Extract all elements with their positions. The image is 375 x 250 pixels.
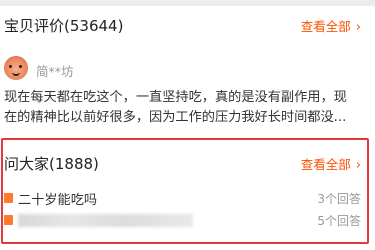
chevron-right-icon: › [355, 158, 361, 173]
reviews-view-all-link[interactable]: 查看全部 › [301, 16, 361, 35]
reviews-view-all-label: 查看全部 [300, 19, 351, 34]
qa-header: 问大家(1888) 查看全部 › [0, 148, 375, 178]
qa-view-all-link[interactable]: 查看全部 › [301, 154, 361, 173]
question-icon [4, 193, 13, 203]
top-divider [0, 0, 375, 6]
answer-count: 5个回答 [317, 214, 361, 228]
reviews-header: 宝贝评价(53644) 查看全部 › [0, 10, 375, 40]
review-content[interactable]: 现在每天都在吃这个，一直坚持吃，真的是没有副作用，现 在的精神比以前好很多，因为… [4, 88, 374, 128]
question-text: 二十岁能吃吗 [18, 193, 98, 208]
avatar-face-icon [4, 56, 28, 80]
review-text-line: 在的精神比以前好很多，因为工作的压力我好长时间都没... [4, 110, 347, 125]
qa-title: 问大家(1888) [4, 155, 99, 173]
review-text-line: 现在每天都在吃这个，一直坚持吃，真的是没有副作用，现 [4, 90, 347, 105]
reviewer-name: 简**坊 [36, 64, 74, 79]
reviewer-row: 简**坊 [4, 56, 204, 86]
question-icon [4, 215, 13, 225]
question-item[interactable]: 5个回答 [0, 210, 375, 232]
answer-count: 3个回答 [317, 192, 361, 206]
chevron-right-icon: › [355, 20, 361, 35]
qa-view-all-label: 查看全部 [300, 157, 351, 172]
blurred-question-text [18, 214, 193, 227]
reviews-title: 宝贝评价(53644) [4, 17, 124, 35]
question-item[interactable]: 二十岁能吃吗 3个回答 [0, 188, 375, 210]
